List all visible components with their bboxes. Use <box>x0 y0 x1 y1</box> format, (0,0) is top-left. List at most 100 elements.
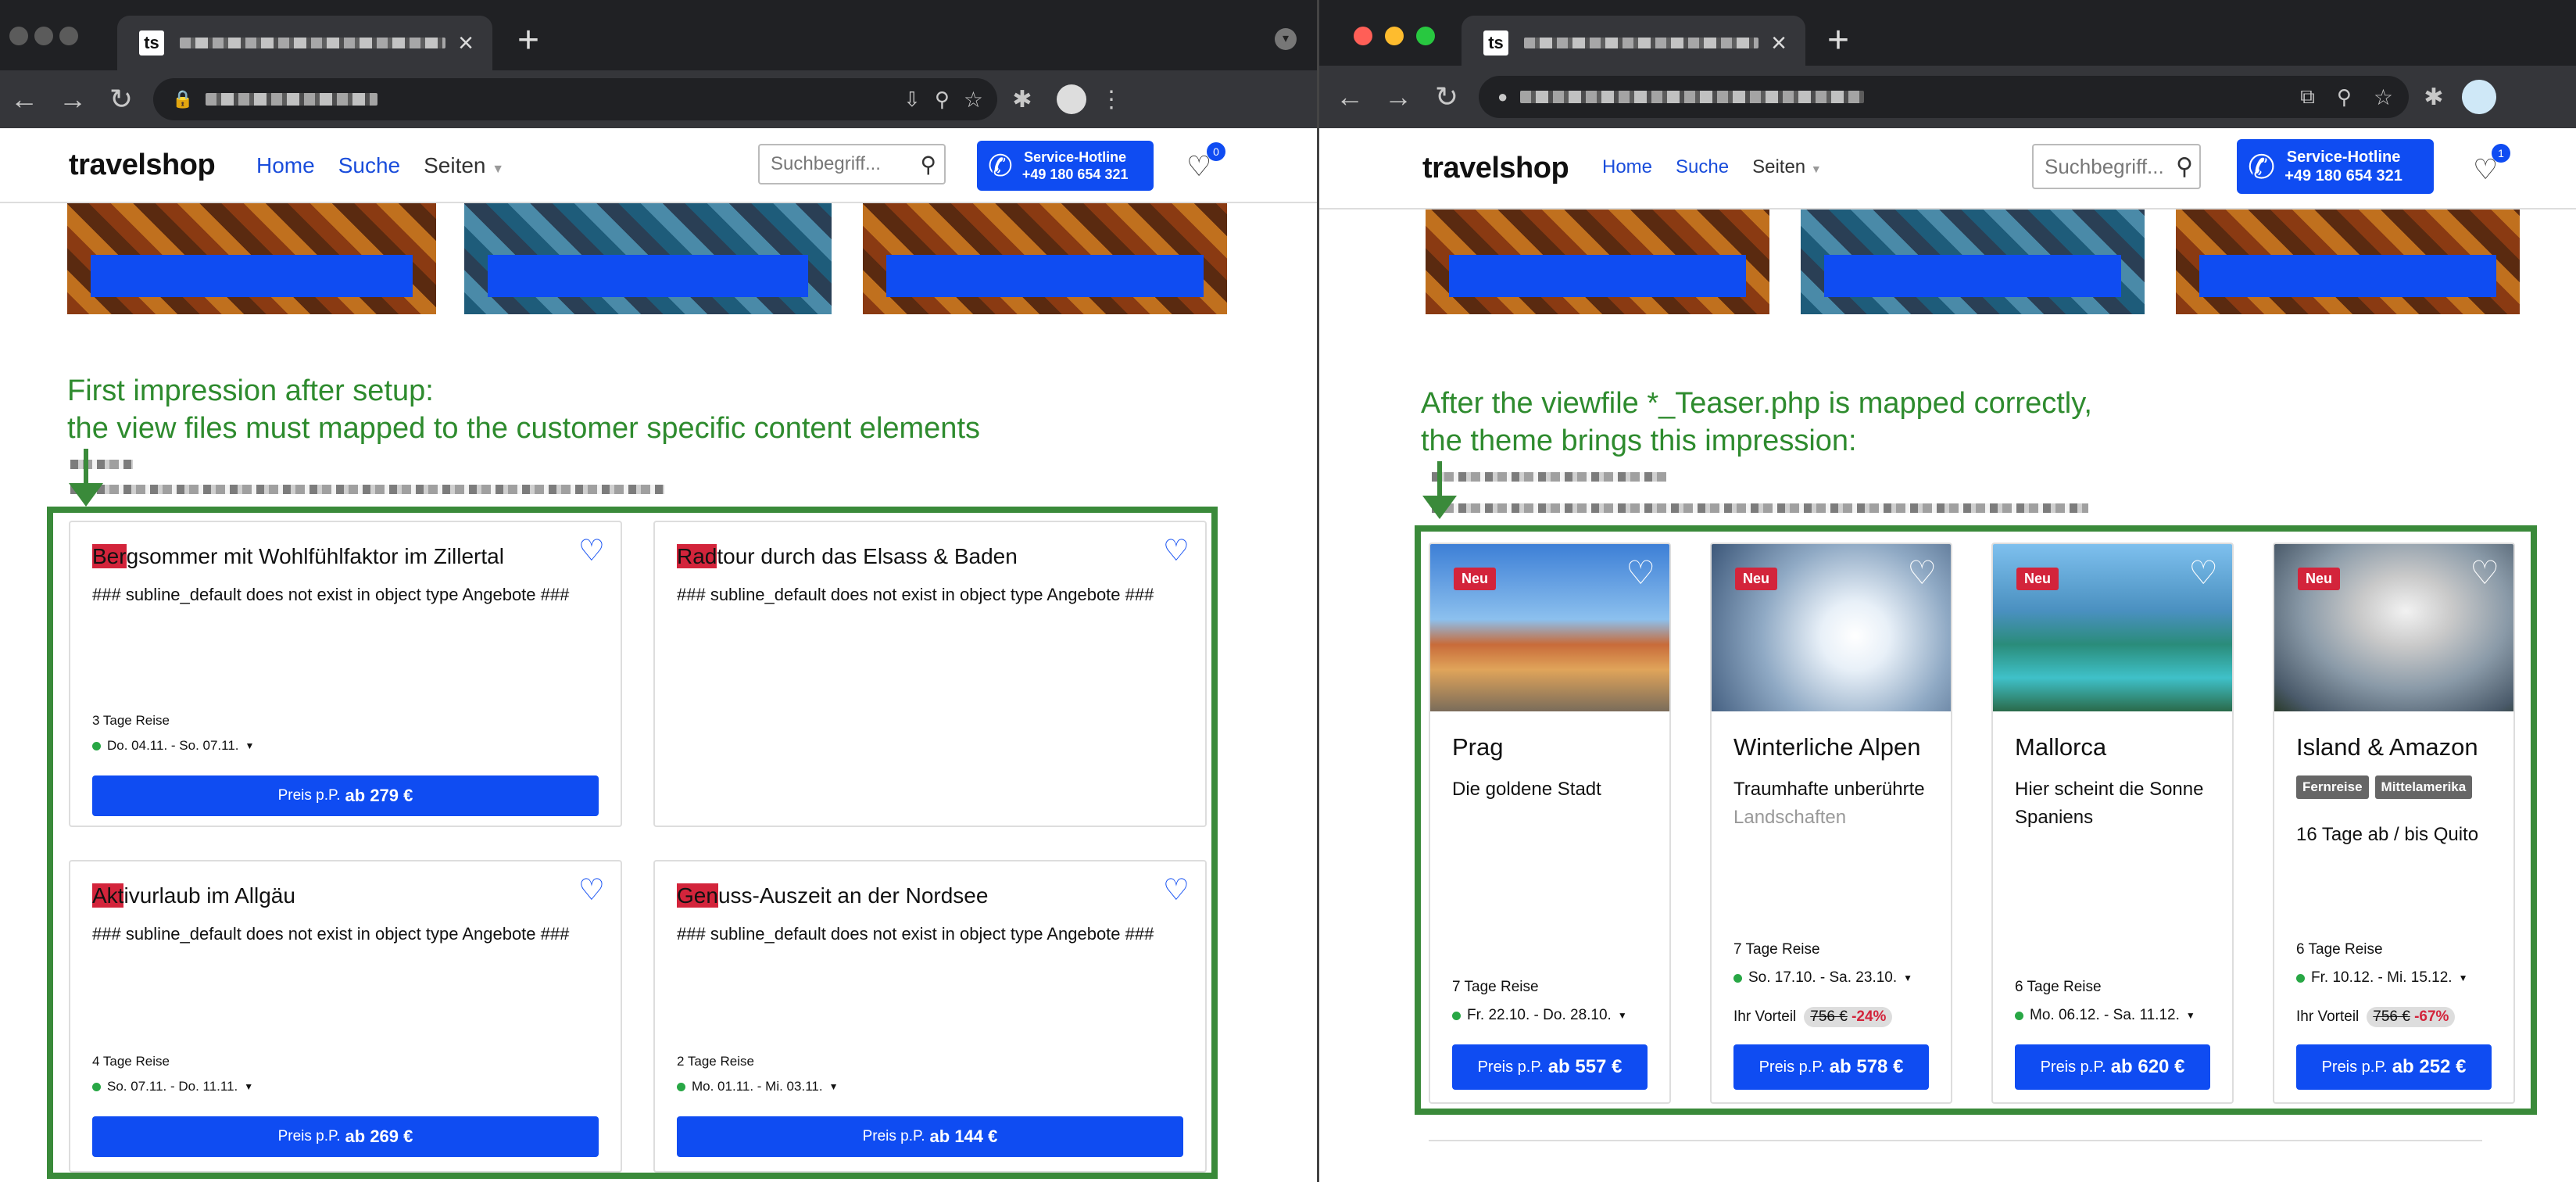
travel-card[interactable]: Neu ♡ Mallorca Hier scheint die Sonne Sp… <box>1991 543 2234 1104</box>
zoom-icon[interactable]: ⚲ <box>935 88 950 112</box>
heart-icon[interactable]: ♡ <box>578 872 605 908</box>
card-title[interactable]: Mallorca <box>2015 733 2106 761</box>
date-select[interactable]: So. 07.11. - Do. 11.11. ▼ <box>92 1079 253 1094</box>
heart-icon[interactable]: ♡ <box>1907 553 1937 592</box>
heart-icon[interactable]: ♡ <box>1163 533 1190 568</box>
lock-icon: 🔒 <box>172 89 194 109</box>
date-select[interactable]: Mo. 06.12. - Sa. 11.12. ▼ <box>2015 1007 2195 1024</box>
address-bar[interactable]: 🔒 ⇩ ⚲ ☆ <box>153 78 997 120</box>
extensions-icon[interactable]: ✱ <box>2409 84 2459 111</box>
annotation-text: First impression after setup: the view f… <box>67 374 980 445</box>
main-nav: Home Suche Seiten ▼ <box>1602 156 1822 178</box>
price-button[interactable]: Preis p.P. ab 279 € <box>92 775 599 816</box>
search-icon[interactable]: ⚲ <box>920 152 936 177</box>
profile-avatar[interactable] <box>2462 80 2496 114</box>
nav-home[interactable]: Home <box>256 153 315 178</box>
chip-mittelamerika[interactable]: Mittelamerika <box>2374 775 2473 799</box>
chevron-down-icon: ▼ <box>1810 163 1822 175</box>
search-input[interactable]: Suchbegriff... ⚲ <box>2032 144 2201 189</box>
price-button[interactable]: Preis p.P. ab 620 € <box>2015 1044 2210 1090</box>
chip-fernreise[interactable]: Fernreise <box>2296 775 2369 799</box>
price-button[interactable]: Preis p.P. ab 578 € <box>1733 1044 1929 1090</box>
heart-icon[interactable]: ♡ <box>2188 553 2218 592</box>
hotline-button[interactable]: ✆ Service-Hotline +49 180 654 321 <box>977 141 1154 191</box>
browser-tab[interactable]: ts × <box>1462 16 1805 70</box>
date-select[interactable]: Do. 04.11. - So. 07.11. ▼ <box>92 738 254 754</box>
extensions-icon[interactable]: ✱ <box>997 86 1047 113</box>
offer-card[interactable]: Radtour durch das Elsass & Baden ### sub… <box>653 521 1207 827</box>
forward-icon[interactable]: → <box>1374 81 1422 113</box>
date-select[interactable]: Fr. 10.12. - Mi. 15.12. ▼ <box>2296 969 2467 987</box>
chevron-down-icon: ▼ <box>2185 1010 2195 1021</box>
date-select[interactable]: Fr. 22.10. - Do. 28.10. ▼ <box>1452 1007 1627 1024</box>
reload-icon[interactable]: ↻ <box>1422 81 1471 113</box>
card-title[interactable]: Island & Amazon <box>2296 733 2478 761</box>
window-maximize-dot[interactable] <box>1416 27 1435 45</box>
heart-icon[interactable]: ♡ <box>2470 553 2499 592</box>
card-title[interactable]: Prag <box>1452 733 1503 761</box>
browser-tab[interactable]: ts × <box>117 16 492 70</box>
heart-icon[interactable]: ♡ <box>578 533 605 568</box>
price-button[interactable]: Preis p.P. ab 269 € <box>92 1116 599 1157</box>
date-select[interactable]: So. 17.10. - Sa. 23.10. ▼ <box>1733 969 1912 987</box>
window-close-dot[interactable] <box>9 27 28 45</box>
price-button[interactable]: Preis p.P. ab 144 € <box>677 1116 1183 1157</box>
search-input[interactable]: Suchbegriff... ⚲ <box>758 144 946 184</box>
install-icon[interactable]: ⇩ <box>903 88 921 112</box>
hotline-button[interactable]: ✆ Service-Hotline +49 180 654 321 <box>2237 139 2434 194</box>
card-title[interactable]: Radtour durch das Elsass & Baden <box>677 544 1018 569</box>
address-bar[interactable]: ● ⧉ ⚲ ☆ <box>1479 76 2409 118</box>
nav-seiten[interactable]: Seiten ▼ <box>424 153 504 178</box>
bookmark-star-icon[interactable]: ☆ <box>2374 84 2393 110</box>
chevron-down-icon: ▼ <box>492 163 505 176</box>
nav-home[interactable]: Home <box>1602 156 1652 178</box>
offer-card[interactable]: Genuss-Auszeit an der Nordsee ### sublin… <box>653 860 1207 1173</box>
new-tab-icon[interactable]: + <box>1827 22 1849 59</box>
card-title[interactable]: Genuss-Auszeit an der Nordsee <box>677 883 988 908</box>
travel-card[interactable]: Neu ♡ Island & Amazon Fernreise Mittelam… <box>2273 543 2515 1104</box>
back-icon[interactable]: ← <box>1326 81 1374 113</box>
card-title[interactable]: Aktivurlaub im Allgäu <box>92 883 295 908</box>
nav-suche[interactable]: Suche <box>1676 156 1729 178</box>
availability-dot <box>92 741 101 750</box>
window-maximize-dot[interactable] <box>59 27 78 45</box>
travel-card[interactable]: Neu ♡ Prag Die goldene Stadt 7 Tage Reis… <box>1429 543 1671 1104</box>
site-logo[interactable]: travelshop <box>1422 152 1569 185</box>
chevron-down-icon: ▼ <box>1617 1010 1627 1021</box>
back-icon[interactable]: ← <box>0 83 48 116</box>
heart-icon[interactable]: ♡ <box>1626 553 1655 592</box>
site-logo[interactable]: travelshop <box>69 149 216 182</box>
tab-close-icon[interactable]: × <box>1771 30 1787 56</box>
bookmark-star-icon[interactable]: ☆ <box>964 87 983 113</box>
new-tab-icon[interactable]: + <box>517 22 539 59</box>
nav-suche[interactable]: Suche <box>338 153 400 178</box>
date-select[interactable]: Mo. 01.11. - Mi. 03.11. ▼ <box>677 1079 838 1094</box>
offer-card[interactable]: Bergsommer mit Wohlfühlfaktor im Zillert… <box>69 521 622 827</box>
window-minimize-dot[interactable] <box>1385 27 1404 45</box>
teaser-image-blurred <box>67 203 436 314</box>
profile-avatar[interactable] <box>1057 84 1086 114</box>
web-page: travelshop Home Suche Seiten ▼ Suchbegri… <box>1319 128 2576 1182</box>
card-title[interactable]: Winterliche Alpen <box>1733 733 1921 761</box>
travel-card[interactable]: Neu ♡ Winterliche Alpen Traumhafte unber… <box>1710 543 1952 1104</box>
blurred-subheading <box>70 485 664 494</box>
offer-card[interactable]: Aktivurlaub im Allgäu ### subline_defaul… <box>69 860 622 1173</box>
tab-search-icon[interactable]: ▾ <box>1275 28 1297 50</box>
card-subtitle: Hier scheint die Sonne Spaniens <box>2015 779 2204 828</box>
tab-close-icon[interactable]: × <box>458 30 474 56</box>
window-minimize-dot[interactable] <box>34 27 53 45</box>
forward-icon[interactable]: → <box>48 83 97 116</box>
reload-icon[interactable]: ↻ <box>97 83 145 116</box>
card-title[interactable]: Bergsommer mit Wohlfühlfaktor im Zillert… <box>92 544 504 569</box>
open-external-icon[interactable]: ⧉ <box>2300 84 2315 109</box>
annotation-arrow <box>1422 461 1457 519</box>
price-button[interactable]: Preis p.P. ab 557 € <box>1452 1044 1648 1090</box>
menu-icon[interactable]: ⋮ <box>1086 86 1136 113</box>
window-close-dot[interactable] <box>1354 27 1372 45</box>
price-button[interactable]: Preis p.P. ab 252 € <box>2296 1044 2492 1090</box>
search-icon[interactable]: ⚲ <box>2176 153 2193 181</box>
nav-seiten[interactable]: Seiten ▼ <box>1752 156 1822 178</box>
heart-icon[interactable]: ♡ <box>1163 872 1190 908</box>
zoom-icon[interactable]: ⚲ <box>2337 85 2352 109</box>
left-browser-window: ts × + ▾ ← → ↻ 🔒 ⇩ ⚲ ☆ ✱ ⋮ travelshop Ho… <box>0 0 1319 1182</box>
